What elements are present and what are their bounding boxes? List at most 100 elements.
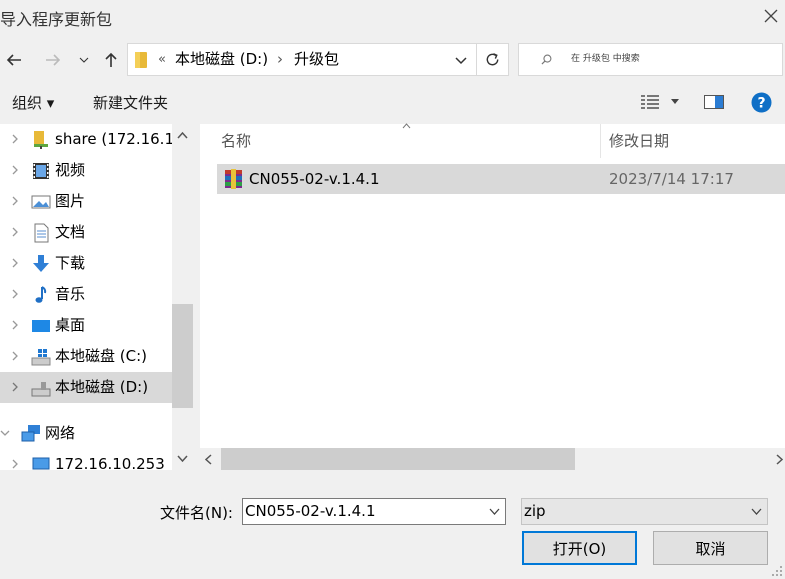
folder-icon — [135, 52, 147, 68]
documents-icon — [34, 223, 49, 243]
desktop-icon — [32, 320, 50, 332]
forward-button[interactable] — [41, 46, 65, 74]
navigation-scrollbar[interactable] — [172, 124, 193, 470]
scrollbar-thumb[interactable] — [172, 304, 193, 408]
sidebar-item-desktop[interactable]: 桌面 — [0, 310, 172, 341]
chevron-right-icon[interactable] — [9, 288, 21, 300]
search-icon — [541, 54, 552, 65]
svg-text:?: ? — [757, 96, 765, 112]
sidebar-item-downloads[interactable]: 下载 — [0, 248, 172, 279]
scroll-right-icon[interactable] — [775, 454, 783, 465]
search-box[interactable]: 在 升级包 中搜索 — [518, 43, 783, 76]
chevron-right-icon[interactable] — [9, 164, 21, 176]
close-icon — [764, 9, 778, 23]
sidebar-item-network[interactable]: 网络 — [0, 418, 162, 449]
computer-icon — [32, 457, 50, 470]
column-divider[interactable] — [600, 124, 601, 158]
refresh-button[interactable] — [477, 43, 509, 76]
sort-ascending-icon — [402, 123, 411, 129]
sidebar-item-label: 网络 — [45, 424, 76, 442]
windows-drive-icon — [31, 349, 51, 366]
scroll-left-icon[interactable] — [205, 454, 213, 465]
sidebar-item-computer[interactable]: 172.16.10.253 — [0, 449, 172, 470]
network-icon — [21, 425, 40, 442]
winrar-archive-icon — [225, 169, 242, 189]
filetype-select[interactable]: zip — [521, 498, 768, 525]
close-button[interactable] — [757, 2, 785, 30]
sidebar-item-documents[interactable]: 文档 — [0, 217, 172, 248]
up-button[interactable] — [99, 46, 123, 74]
breadcrumb-overflow[interactable]: « — [158, 44, 166, 75]
organize-menu[interactable]: 组织 ▾ — [12, 92, 54, 113]
column-header-name[interactable]: 名称 — [221, 130, 251, 151]
recent-locations-button[interactable] — [74, 46, 94, 74]
chevron-right-icon[interactable] — [9, 195, 21, 207]
help-icon[interactable]: ? — [751, 92, 772, 113]
new-folder-button[interactable]: 新建文件夹 — [93, 92, 168, 113]
sidebar-item-label: 文档 — [55, 223, 86, 241]
filename-label: 文件名(N): — [160, 504, 233, 522]
column-header-date[interactable]: 修改日期 — [609, 130, 669, 151]
drive-icon — [31, 382, 51, 397]
sidebar-item-label: 本地磁盘 (D:) — [55, 378, 149, 396]
chevron-down-icon[interactable] — [751, 508, 762, 515]
chevron-down-icon[interactable] — [0, 427, 11, 439]
downloads-icon — [33, 255, 49, 272]
pictures-icon — [31, 195, 51, 209]
chevron-down-icon[interactable] — [455, 54, 467, 66]
arrow-up-icon — [105, 52, 117, 67]
chevron-right-icon[interactable] — [9, 226, 21, 238]
view-options-icon[interactable] — [641, 94, 661, 110]
file-row[interactable]: CN055-02-v.1.4.1 2023/7/14 17:17 — [217, 164, 785, 194]
chevron-down-icon[interactable] — [489, 508, 500, 515]
dropdown-arrow-icon[interactable] — [671, 99, 679, 105]
chevron-right-icon[interactable] — [9, 458, 21, 470]
search-input[interactable]: 在 升级包 中搜索 — [571, 44, 640, 75]
arrow-left-icon — [6, 54, 21, 66]
navigation-pane[interactable]: share (172.16.10 视频 图片 文档 下载 音乐 桌面 本地磁盘 … — [0, 124, 193, 470]
filetype-value: zip — [524, 502, 546, 520]
open-button[interactable]: 打开(O) — [522, 531, 637, 565]
chevron-right-icon[interactable] — [9, 133, 21, 145]
cancel-button[interactable]: 取消 — [653, 531, 768, 565]
network-share-icon — [34, 131, 48, 149]
sidebar-item-videos[interactable]: 视频 — [0, 155, 172, 186]
chevron-right-icon[interactable] — [9, 319, 21, 331]
sidebar-item-label: 桌面 — [55, 316, 86, 334]
back-button[interactable] — [2, 46, 26, 74]
scroll-down-icon[interactable] — [177, 455, 188, 463]
resize-grip-icon[interactable] — [771, 565, 783, 577]
file-name: CN055-02-v.1.4.1 — [249, 170, 380, 188]
sidebar-item-label: 下载 — [55, 254, 86, 272]
scroll-up-icon[interactable] — [177, 131, 188, 139]
sidebar-item-label: share (172.16.10 — [55, 130, 184, 148]
preview-pane-icon[interactable] — [704, 95, 724, 109]
scrollbar-thumb[interactable] — [221, 448, 575, 470]
music-icon — [35, 286, 47, 303]
sidebar-item-drive-c[interactable]: 本地磁盘 (C:) — [0, 341, 172, 372]
sidebar-item-music[interactable]: 音乐 — [0, 279, 172, 310]
sidebar-item-label: 图片 — [55, 192, 86, 210]
sidebar-item-label: 音乐 — [55, 285, 86, 303]
arrow-right-icon — [46, 54, 61, 66]
sidebar-item-label: 172.16.10.253 — [55, 455, 165, 470]
breadcrumb-separator[interactable]: › — [277, 44, 283, 75]
chevron-right-icon[interactable] — [9, 381, 21, 393]
filename-field[interactable]: CN055-02-v.1.4.1 — [242, 498, 506, 525]
videos-icon — [33, 163, 49, 179]
sidebar-item-label: 本地磁盘 (C:) — [55, 347, 147, 365]
file-date: 2023/7/14 17:17 — [609, 170, 734, 188]
sidebar-item-drive-d[interactable]: 本地磁盘 (D:) — [0, 372, 172, 403]
chevron-right-icon[interactable] — [9, 257, 21, 269]
chevron-down-icon — [79, 57, 89, 63]
breadcrumb-upgrade-folder[interactable]: 升级包 — [294, 44, 339, 75]
sidebar-item-share[interactable]: share (172.16.10 — [0, 124, 184, 155]
chevron-right-icon[interactable] — [9, 350, 21, 362]
filename-input[interactable]: CN055-02-v.1.4.1 — [245, 499, 375, 524]
refresh-icon — [486, 53, 499, 66]
sidebar-item-label: 视频 — [55, 161, 86, 179]
sidebar-item-pictures[interactable]: 图片 — [0, 186, 172, 217]
breadcrumb-drive-d[interactable]: 本地磁盘 (D:) — [175, 44, 268, 75]
file-list-scrollbar[interactable] — [200, 448, 785, 470]
address-bar[interactable]: « 本地磁盘 (D:) › 升级包 — [127, 43, 477, 76]
